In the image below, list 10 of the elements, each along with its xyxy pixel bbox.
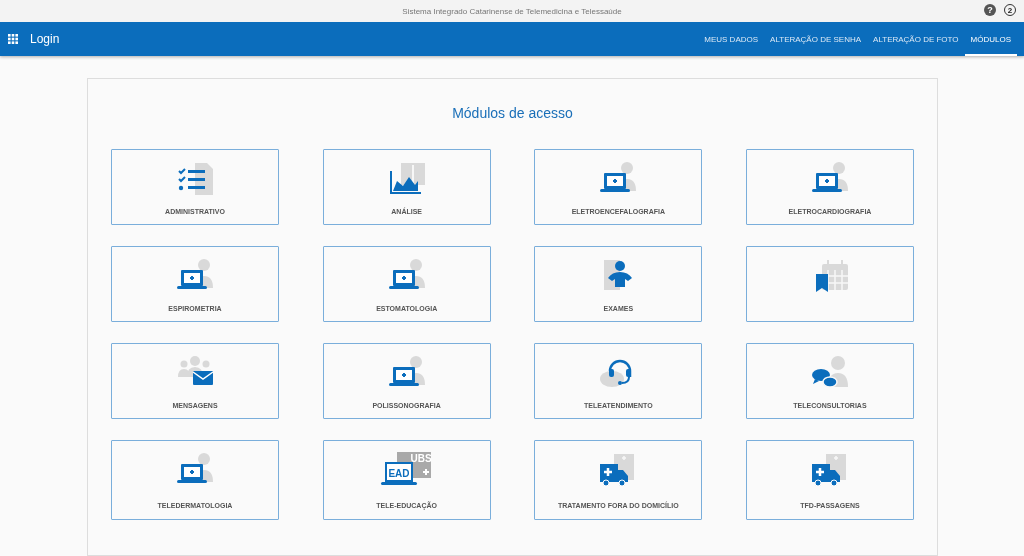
nav-tab[interactable]: ALTERAÇÃO DE SENHA bbox=[764, 22, 868, 56]
apps-grid-icon[interactable] bbox=[8, 34, 18, 44]
page-title: Login bbox=[30, 32, 60, 46]
help-icon[interactable]: ? bbox=[984, 4, 996, 16]
nav-tab[interactable]: ALTERAÇÃO DE FOTO bbox=[867, 22, 965, 56]
system-title: Sistema Integrado Catarinense de Telemedicina e Telessaúde bbox=[402, 6, 622, 16]
nav-tab[interactable]: MÓDULOS bbox=[964, 22, 1017, 56]
checklist-icon bbox=[175, 161, 215, 197]
panel-title: Módulos de acesso bbox=[451, 105, 574, 121]
nav-tab[interactable]: MEUS DADOS bbox=[698, 22, 765, 56]
